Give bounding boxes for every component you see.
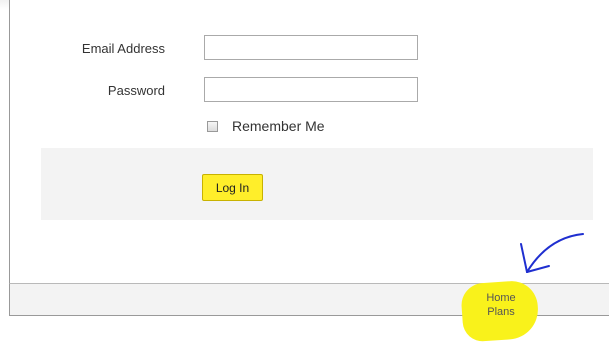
email-label: Email Address: [81, 41, 165, 56]
email-field[interactable]: [204, 35, 418, 60]
form-actions: [41, 148, 593, 220]
password-field[interactable]: [204, 77, 418, 102]
log-in-button[interactable]: Log In: [202, 174, 263, 201]
remember-me-checkbox[interactable]: [207, 121, 218, 132]
remember-me-label: Remember Me: [232, 118, 325, 134]
password-label: Password: [107, 83, 165, 98]
home-plans-line1: Home: [486, 292, 516, 304]
home-plans-line2: Plans: [487, 306, 515, 318]
arrow-annotation-icon: [520, 233, 584, 273]
home-plans-link[interactable]: Home Plans: [470, 291, 532, 319]
